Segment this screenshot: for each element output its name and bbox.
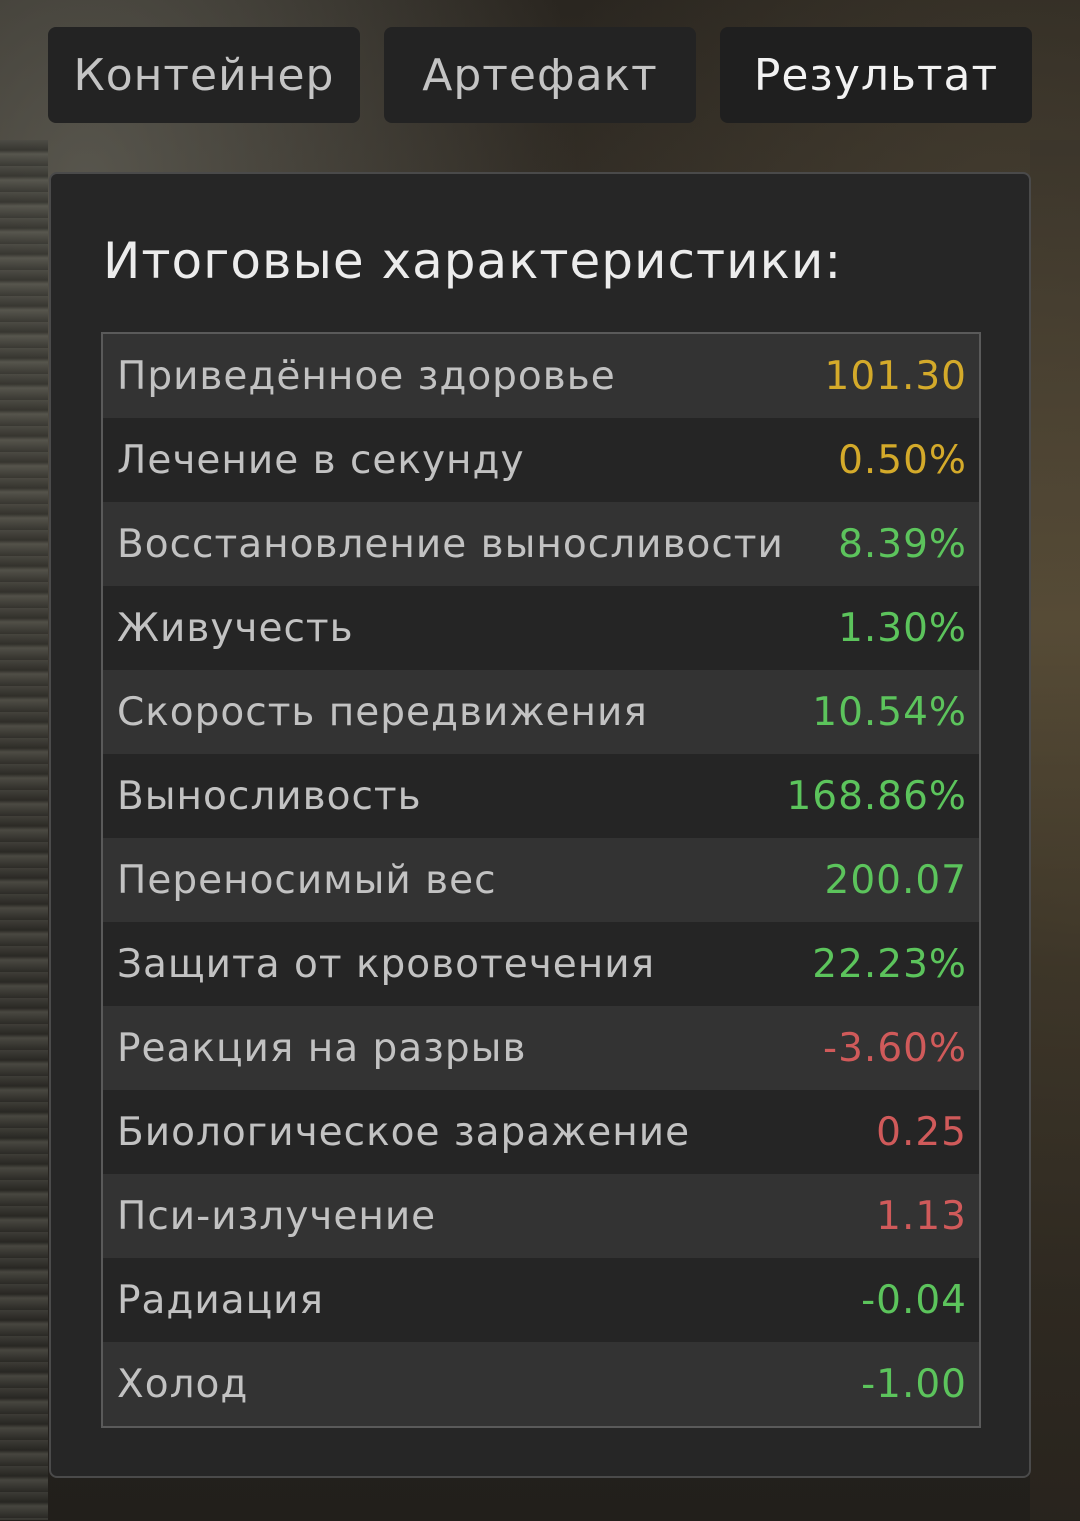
stat-row: Пси-излучение 1.13 xyxy=(103,1174,979,1258)
stat-row: Приведённое здоровье 101.30 xyxy=(103,334,979,418)
panel-title: Итоговые характеристики: xyxy=(103,232,843,290)
background-shutter xyxy=(0,140,48,1520)
stat-label: Переносимый вес xyxy=(117,857,497,903)
stat-value: 200.07 xyxy=(824,857,967,903)
stat-value: 1.13 xyxy=(876,1193,967,1239)
stat-value: 1.30% xyxy=(838,605,967,651)
tab-bar: Контейнер Артефакт Результат xyxy=(48,27,1032,123)
stat-value: -3.60% xyxy=(823,1025,967,1071)
stat-row: Лечение в секунду 0.50% xyxy=(103,418,979,502)
stat-value: 168.86% xyxy=(786,773,967,819)
stat-row: Реакция на разрыв -3.60% xyxy=(103,1006,979,1090)
stat-label: Выносливость xyxy=(117,773,422,819)
stat-label: Реакция на разрыв xyxy=(117,1025,527,1071)
stat-row: Скорость передвижения 10.54% xyxy=(103,670,979,754)
tab-artifact[interactable]: Артефакт xyxy=(384,27,696,123)
tab-container[interactable]: Контейнер xyxy=(48,27,360,123)
stat-row: Биологическое заражение 0.25 xyxy=(103,1090,979,1174)
stat-row: Холод -1.00 xyxy=(103,1342,979,1426)
stats-table: Приведённое здоровье 101.30 Лечение в секу… xyxy=(101,332,981,1428)
stat-label: Лечение в секунду xyxy=(117,437,525,483)
stat-value: -0.04 xyxy=(861,1277,967,1323)
stat-row: Радиация -0.04 xyxy=(103,1258,979,1342)
background-shelf xyxy=(1030,140,1080,1520)
stat-label: Защита от кровотечения xyxy=(117,941,656,987)
stat-label: Скорость передвижения xyxy=(117,689,648,735)
stat-row: Переносимый вес 200.07 xyxy=(103,838,979,922)
stat-label: Пси-излучение xyxy=(117,1193,437,1239)
stat-value: 0.50% xyxy=(838,437,967,483)
stat-value: 22.23% xyxy=(812,941,967,987)
stat-row: Выносливость 168.86% xyxy=(103,754,979,838)
tab-result[interactable]: Результат xyxy=(720,27,1032,123)
stat-label: Восстановление выносливости xyxy=(117,521,784,567)
stat-label: Радиация xyxy=(117,1277,324,1323)
results-panel: Итоговые характеристики: Приведённое здо… xyxy=(49,172,1031,1478)
stat-row: Живучесть 1.30% xyxy=(103,586,979,670)
stat-value: 8.39% xyxy=(838,521,967,567)
stat-label: Биологическое заражение xyxy=(117,1109,691,1155)
stat-value: -1.00 xyxy=(861,1361,967,1407)
stat-value: 0.25 xyxy=(876,1109,967,1155)
stat-value: 101.30 xyxy=(824,353,967,399)
stat-row: Защита от кровотечения 22.23% xyxy=(103,922,979,1006)
stat-value: 10.54% xyxy=(812,689,967,735)
stat-row: Восстановление выносливости 8.39% xyxy=(103,502,979,586)
stat-label: Приведённое здоровье xyxy=(117,353,616,399)
stat-label: Живучесть xyxy=(117,605,354,651)
stat-label: Холод xyxy=(117,1361,249,1407)
